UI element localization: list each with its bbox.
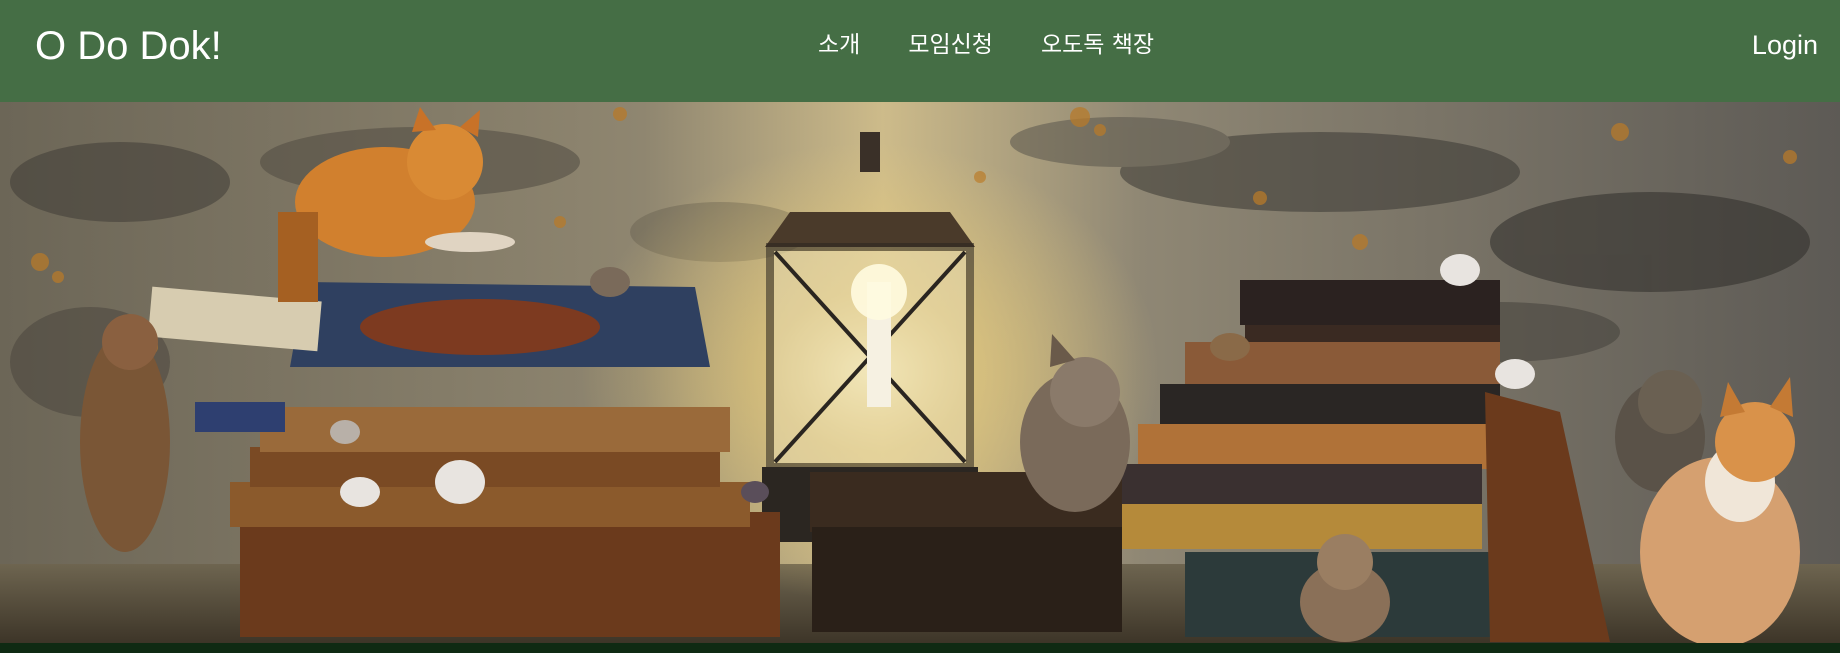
top-navbar: O Do Dok! 소개 모임신청 오도독 책장 Login	[0, 0, 1840, 102]
nav-link-bookshelf[interactable]: 오도독 책장	[1041, 30, 1154, 60]
nav-link-apply[interactable]: 모임신청	[908, 30, 993, 60]
main-nav: 소개 모임신청 오도독 책장	[818, 30, 1154, 60]
nav-link-intro[interactable]: 소개	[818, 30, 860, 60]
page-bottom-bar	[0, 643, 1840, 653]
brand-logo-text[interactable]: O Do Dok!	[35, 22, 222, 70]
hero-illustration	[0, 102, 1840, 643]
login-link[interactable]: Login	[1752, 28, 1818, 62]
hero-banner	[0, 102, 1840, 643]
